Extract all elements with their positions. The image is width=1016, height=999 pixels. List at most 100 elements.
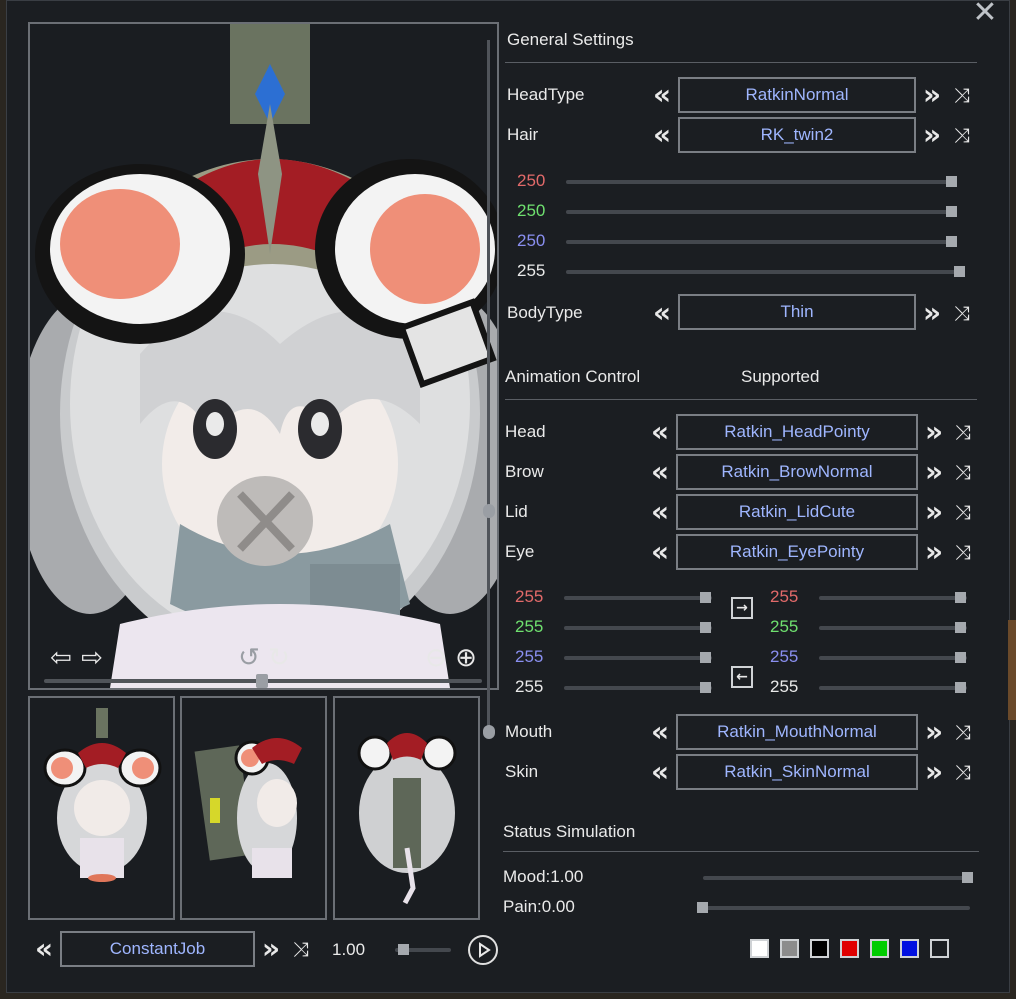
eye-right-color-slider-handle[interactable] xyxy=(955,682,966,693)
job-next-button[interactable]: » xyxy=(257,934,285,964)
zoom-out-icon[interactable]: ⊖ xyxy=(421,643,451,671)
headtype-next-button[interactable]: » xyxy=(918,80,946,110)
copy-color-left-button[interactable]: ← xyxy=(731,666,753,688)
anim-next-button[interactable]: » xyxy=(920,497,948,527)
rotate-left-icon[interactable]: ⇦ xyxy=(46,643,76,671)
portrait-zoom-handle[interactable] xyxy=(256,674,268,688)
anim-prev-button[interactable]: « xyxy=(646,537,674,567)
hair-select[interactable]: RK_twin2 xyxy=(678,117,916,153)
eye-right-color-slider-handle[interactable] xyxy=(955,592,966,603)
eye-left-color-slider[interactable] xyxy=(564,596,712,600)
eye-right-color-slider[interactable] xyxy=(819,686,967,690)
anim-next-button[interactable]: » xyxy=(920,417,948,447)
eye-left-color-slider[interactable] xyxy=(564,626,712,630)
zoom-in-icon[interactable]: ⊕ xyxy=(451,643,481,671)
anim-next-button[interactable]: » xyxy=(920,457,948,487)
preview-scroll-handle-lower[interactable] xyxy=(483,725,495,739)
eye-right-color-slider-handle[interactable] xyxy=(955,622,966,633)
speed-slider-handle[interactable] xyxy=(398,944,409,955)
anim-select[interactable]: Ratkin_LidCute xyxy=(676,494,918,530)
rotate-right-icon[interactable]: ⇨ xyxy=(77,643,107,671)
hair-color-slider[interactable] xyxy=(566,210,956,214)
eye-right-color-slider[interactable] xyxy=(819,656,967,660)
job-shuffle-icon[interactable]: ⤨ xyxy=(287,934,315,964)
anim-next-button[interactable]: » xyxy=(920,537,948,567)
eye-left-color-value: 255 xyxy=(515,587,544,606)
anim-row-label: Brow xyxy=(505,462,544,481)
anim-prev-button[interactable]: « xyxy=(646,457,674,487)
anim-shuffle-icon[interactable]: ⤨ xyxy=(949,497,977,527)
color-swatch[interactable] xyxy=(900,939,919,958)
eye-left-color-slider[interactable] xyxy=(564,656,712,660)
hair-color-slider-handle[interactable] xyxy=(946,206,957,217)
anim-prev-button[interactable]: « xyxy=(646,757,674,787)
hair-prev-button[interactable]: « xyxy=(648,120,676,150)
anim-select[interactable]: Ratkin_EyePointy xyxy=(676,534,918,570)
eye-left-color-slider-handle[interactable] xyxy=(700,592,711,603)
headtype-prev-button[interactable]: « xyxy=(648,80,676,110)
job-select[interactable]: ConstantJob xyxy=(60,931,255,967)
anim-prev-button[interactable]: « xyxy=(646,497,674,527)
headtype-select[interactable]: RatkinNormal xyxy=(678,77,916,113)
headtype-shuffle-icon[interactable]: ⤨ xyxy=(948,80,976,110)
bodytype-shuffle-icon[interactable]: ⤨ xyxy=(948,298,976,328)
pain-slider[interactable] xyxy=(697,906,970,910)
bodytype-select[interactable]: Thin xyxy=(678,294,916,330)
portrait-viewport[interactable] xyxy=(28,22,499,690)
pain-slider-handle[interactable] xyxy=(697,902,708,913)
copy-color-right-button[interactable]: → xyxy=(731,597,753,619)
color-swatch[interactable] xyxy=(870,939,889,958)
mood-slider-handle[interactable] xyxy=(962,872,973,883)
hair-color-slider[interactable] xyxy=(566,240,956,244)
play-button[interactable] xyxy=(468,935,498,965)
anim-select[interactable]: Ratkin_SkinNormal xyxy=(676,754,918,790)
anim-select[interactable]: Ratkin_HeadPointy xyxy=(676,414,918,450)
bodytype-next-button[interactable]: » xyxy=(918,298,946,328)
mood-slider[interactable] xyxy=(703,876,973,880)
hair-color-slider[interactable] xyxy=(566,180,956,184)
anim-prev-button[interactable]: « xyxy=(646,417,674,447)
bodytype-prev-button[interactable]: « xyxy=(648,298,676,328)
color-swatch[interactable] xyxy=(810,939,829,958)
thumbnail-back[interactable] xyxy=(333,696,480,920)
hair-color-slider[interactable] xyxy=(566,270,964,274)
eye-left-color-slider-handle[interactable] xyxy=(700,622,711,633)
eye-left-color-slider[interactable] xyxy=(564,686,712,690)
side-view-image xyxy=(194,738,302,878)
eye-right-color-slider[interactable] xyxy=(819,626,967,630)
anim-shuffle-icon[interactable]: ⤨ xyxy=(949,537,977,567)
job-prev-button[interactable]: « xyxy=(30,934,58,964)
hair-color-slider-handle[interactable] xyxy=(946,236,957,247)
preview-scroll-handle[interactable] xyxy=(483,504,495,518)
color-swatch[interactable] xyxy=(930,939,949,958)
color-swatch[interactable] xyxy=(750,939,769,958)
eye-left-color-slider-handle[interactable] xyxy=(700,652,711,663)
anim-row-label: Eye xyxy=(505,542,535,561)
anim-select[interactable]: Ratkin_BrowNormal xyxy=(676,454,918,490)
anim-shuffle-icon[interactable]: ⤨ xyxy=(949,417,977,447)
eye-right-color-slider-handle[interactable] xyxy=(955,652,966,663)
thumbnail-side[interactable] xyxy=(180,696,327,920)
hair-next-button[interactable]: » xyxy=(918,120,946,150)
close-icon[interactable]: ✕ xyxy=(970,0,1000,28)
anim-select[interactable]: Ratkin_MouthNormal xyxy=(676,714,918,750)
anim-shuffle-icon[interactable]: ⤨ xyxy=(949,457,977,487)
anim-shuffle-icon[interactable]: ⤨ xyxy=(949,717,977,747)
front-view-image xyxy=(43,708,162,882)
anim-next-button[interactable]: » xyxy=(920,717,948,747)
eye-left-color-slider-handle[interactable] xyxy=(700,682,711,693)
anim-prev-button[interactable]: « xyxy=(646,717,674,747)
preview-scrollbar[interactable] xyxy=(487,40,490,730)
hair-color-slider-handle[interactable] xyxy=(954,266,965,277)
anim-next-button[interactable]: » xyxy=(920,757,948,787)
turn-cw-icon[interactable]: ↻ xyxy=(264,643,294,671)
thumbnail-front[interactable] xyxy=(28,696,175,920)
hair-color-slider-handle[interactable] xyxy=(946,176,957,187)
turn-ccw-icon[interactable]: ↺ xyxy=(234,643,264,671)
hair-shuffle-icon[interactable]: ⤨ xyxy=(948,120,976,150)
anim-row-label: Mouth xyxy=(505,722,553,741)
color-swatch[interactable] xyxy=(840,939,859,958)
anim-shuffle-icon[interactable]: ⤨ xyxy=(949,757,977,787)
color-swatch[interactable] xyxy=(780,939,799,958)
eye-right-color-slider[interactable] xyxy=(819,596,967,600)
